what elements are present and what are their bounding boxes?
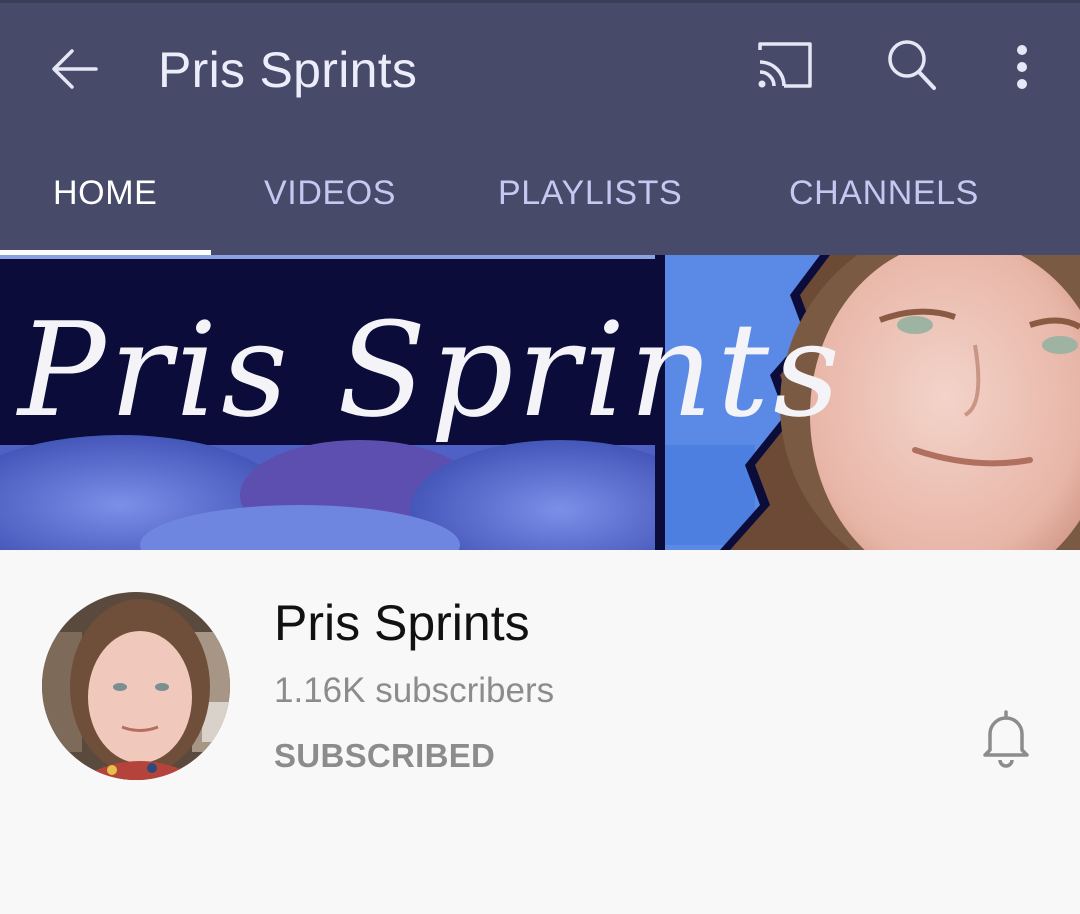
channel-banner: Pris Sprints [0,255,1080,550]
search-icon [888,40,936,90]
subscribed-button[interactable]: SUBSCRIBED [274,736,495,776]
channel-avatar[interactable] [42,592,230,780]
cast-icon [758,42,812,88]
tab-videos[interactable]: VIDEOS [264,172,396,214]
more-options-button[interactable] [1006,36,1038,101]
cast-button[interactable] [754,36,816,101]
banner-script-title: Pris Sprints [16,294,844,446]
banner-art: Pris Sprints [0,255,1080,550]
status-divider [0,0,1080,3]
tab-playlists[interactable]: PLAYLISTS [498,172,682,214]
channel-name: Pris Sprints [274,595,530,651]
tab-channels[interactable]: CHANNELS [789,172,979,214]
notification-bell-button[interactable] [980,706,1032,768]
more-vert-icon [1017,45,1027,89]
page-title: Pris Sprints [158,42,418,98]
app-bar: Pris Sprints HOME VIDEOS PLAYLISTS CHANN… [0,0,1080,255]
tab-home[interactable]: HOME [53,172,157,214]
search-button[interactable] [884,36,940,99]
back-arrow-icon [52,49,98,89]
back-button[interactable] [44,38,106,100]
avatar-image [42,592,230,780]
bell-icon [983,710,1029,768]
subscriber-count: 1.16K subscribers [274,671,555,710]
